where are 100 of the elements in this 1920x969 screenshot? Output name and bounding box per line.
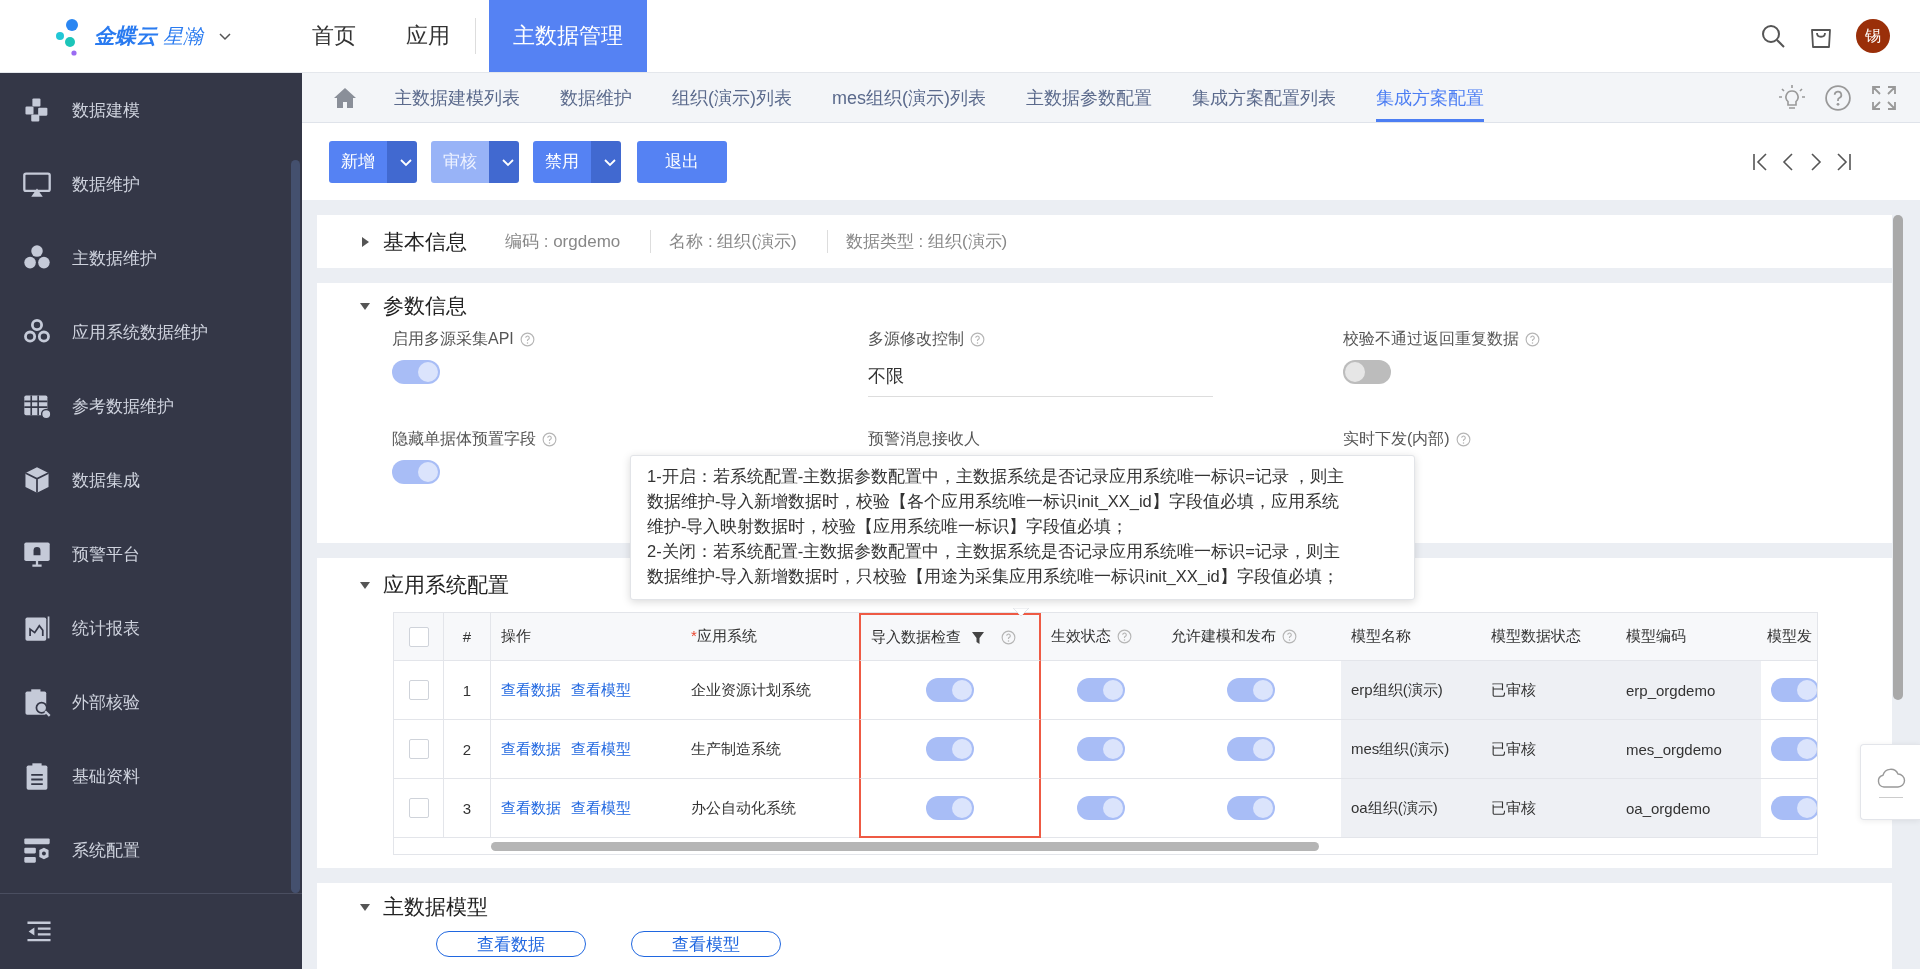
collapse-triangle-icon[interactable] bbox=[359, 901, 371, 913]
table-cell: 企业资源计划系统 bbox=[681, 661, 859, 720]
light-bulb-icon[interactable] bbox=[1778, 83, 1806, 112]
toggle-switch[interactable] bbox=[926, 678, 974, 702]
nav-item[interactable]: 主数据管理 bbox=[489, 0, 647, 72]
column-header[interactable]: 模型数据状态 bbox=[1481, 613, 1616, 661]
toggle-switch[interactable] bbox=[1077, 796, 1125, 820]
logo-text[interactable]: 金蝶云 bbox=[94, 22, 157, 50]
table-cell: mes组织(演示) bbox=[1341, 720, 1481, 779]
column-header[interactable]: 操作 bbox=[491, 613, 681, 661]
table-cell: mes_orgdemo bbox=[1616, 720, 1761, 779]
expand-triangle-icon[interactable] bbox=[359, 235, 371, 248]
toggle-switch[interactable] bbox=[1077, 678, 1125, 702]
fullscreen-icon[interactable] bbox=[1870, 83, 1898, 112]
help-icon[interactable] bbox=[1001, 630, 1016, 645]
sidebar-item[interactable]: 外部核验 bbox=[0, 665, 302, 739]
checkbox[interactable] bbox=[408, 680, 429, 700]
toolbar-button[interactable]: 新增 bbox=[329, 140, 387, 183]
view-button[interactable]: 查看数据 bbox=[436, 931, 586, 957]
toggle-switch[interactable] bbox=[1227, 737, 1275, 761]
column-header[interactable]: 允许建模和发布 bbox=[1161, 613, 1341, 661]
help-icon[interactable] bbox=[1455, 432, 1471, 447]
toggle-switch[interactable] bbox=[1771, 796, 1817, 820]
table-cell: 1 bbox=[444, 661, 491, 720]
nav-item[interactable]: 应用 bbox=[381, 0, 475, 72]
filter-icon[interactable] bbox=[971, 630, 985, 645]
tab[interactable]: 主数据参数配置 bbox=[1006, 73, 1172, 122]
first-page-icon[interactable] bbox=[1751, 151, 1769, 172]
help-icon[interactable] bbox=[1525, 332, 1540, 347]
collapse-triangle-icon[interactable] bbox=[359, 300, 371, 312]
logo-text[interactable]: 星瀚 bbox=[163, 22, 203, 50]
toggle-switch[interactable] bbox=[926, 795, 974, 820]
view-link[interactable]: 查看数据 bbox=[501, 798, 561, 818]
column-header[interactable]: *应用系统 bbox=[681, 613, 859, 661]
tab[interactable]: mes组织(演示)列表 bbox=[812, 73, 1006, 122]
view-link[interactable]: 查看模型 bbox=[571, 680, 631, 700]
sidebar-item[interactable]: 数据集成 bbox=[0, 443, 302, 517]
checkbox[interactable] bbox=[408, 626, 429, 647]
toggle-switch[interactable] bbox=[1771, 737, 1817, 761]
view-button[interactable]: 查看模型 bbox=[631, 931, 781, 957]
dropdown-button[interactable] bbox=[387, 140, 417, 183]
toggle-switch[interactable] bbox=[1227, 678, 1275, 702]
view-link[interactable]: 查看数据 bbox=[501, 739, 561, 759]
tab[interactable]: 集成方案配置列表 bbox=[1172, 73, 1356, 122]
tab[interactable]: 组织(演示)列表 bbox=[652, 73, 812, 122]
checkbox[interactable] bbox=[408, 739, 429, 759]
select-field[interactable]: 不限 bbox=[868, 360, 1213, 397]
dropdown-button[interactable] bbox=[489, 140, 519, 183]
sidebar-item[interactable]: 预警平台 bbox=[0, 517, 302, 591]
help-icon[interactable] bbox=[970, 332, 985, 347]
view-link[interactable]: 查看模型 bbox=[571, 798, 631, 818]
nav-item[interactable]: 首页 bbox=[287, 0, 381, 72]
tab[interactable]: 数据维护 bbox=[540, 73, 652, 122]
toggle-switch[interactable] bbox=[926, 737, 974, 761]
table-cell: 办公自动化系统 bbox=[681, 779, 859, 838]
sidebar-item[interactable]: 主数据维护 bbox=[0, 221, 302, 295]
help-icon[interactable] bbox=[1824, 83, 1852, 112]
table-cell: oa组织(演示) bbox=[1341, 779, 1481, 838]
dropdown-button[interactable] bbox=[591, 140, 621, 183]
search-icon[interactable] bbox=[1760, 23, 1786, 49]
sidebar-item[interactable]: 参考数据维护 bbox=[0, 369, 302, 443]
help-icon[interactable] bbox=[542, 432, 557, 447]
column-header[interactable]: # bbox=[444, 613, 491, 661]
help-icon[interactable] bbox=[1117, 629, 1132, 644]
column-header[interactable]: 生效状态 bbox=[1041, 613, 1161, 661]
help-icon[interactable] bbox=[1282, 629, 1297, 644]
table-cell: 生产制造系统 bbox=[681, 720, 859, 779]
column-header[interactable]: 模型发 bbox=[1761, 613, 1817, 661]
toggle-switch[interactable] bbox=[1077, 737, 1125, 761]
scrollbar-thumb[interactable] bbox=[491, 842, 1319, 851]
cloud-icon bbox=[1875, 766, 1906, 789]
section-title: 应用系统配置 bbox=[383, 572, 509, 598]
toggle-switch[interactable] bbox=[392, 460, 440, 484]
help-icon[interactable] bbox=[519, 332, 535, 347]
collapse-triangle-icon[interactable] bbox=[359, 579, 371, 591]
scrollbar-thumb[interactable] bbox=[1893, 215, 1903, 700]
toggle-switch[interactable] bbox=[1343, 360, 1391, 384]
column-header[interactable]: 模型编码 bbox=[1616, 613, 1761, 661]
sidebar-item[interactable]: 统计报表 bbox=[0, 591, 302, 665]
user-avatar[interactable]: 锡 bbox=[1856, 19, 1890, 53]
column-header[interactable]: 模型名称 bbox=[1341, 613, 1481, 661]
checkbox[interactable] bbox=[408, 798, 429, 818]
toolbar-button[interactable]: 退出 bbox=[637, 140, 727, 183]
toggle-switch[interactable] bbox=[392, 360, 440, 384]
view-link[interactable]: 查看数据 bbox=[501, 680, 561, 700]
cloud-button[interactable] bbox=[1860, 744, 1920, 820]
sidebar-item[interactable]: 系统配置 bbox=[0, 813, 302, 887]
toolbar-button[interactable]: 禁用 bbox=[533, 140, 591, 183]
column-header[interactable]: 导入数据检查 bbox=[859, 613, 1041, 661]
scrollbar-thumb[interactable] bbox=[291, 160, 300, 893]
tab[interactable]: 主数据建模列表 bbox=[374, 73, 540, 122]
field-label: 隐藏单据体预置字段 bbox=[392, 429, 536, 449]
sidebar-item[interactable]: 应用系统数据维护 bbox=[0, 295, 302, 369]
sidebar-item[interactable]: 基础资料 bbox=[0, 739, 302, 813]
toggle-switch[interactable] bbox=[1771, 678, 1817, 702]
last-page-icon[interactable] bbox=[1835, 151, 1853, 172]
sidebar-item[interactable]: 数据维护 bbox=[0, 147, 302, 221]
view-link[interactable]: 查看模型 bbox=[571, 739, 631, 759]
toggle-switch[interactable] bbox=[1227, 796, 1275, 820]
sidebar-item[interactable]: 数据建模 bbox=[0, 73, 302, 147]
